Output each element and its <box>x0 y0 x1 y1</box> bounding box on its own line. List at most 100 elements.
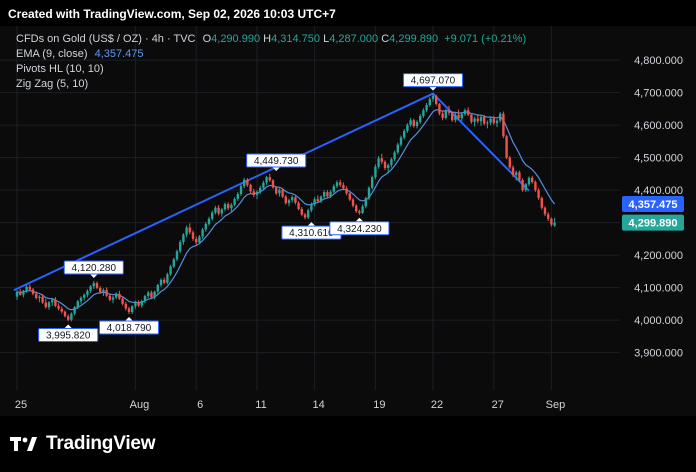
candle-body <box>163 279 166 283</box>
time-axis-label: 27 <box>492 399 504 411</box>
candle-body <box>438 104 441 114</box>
candle-body <box>537 190 540 198</box>
candle-body <box>92 283 95 287</box>
candle <box>268 173 271 182</box>
candle-body <box>134 302 137 307</box>
time-axis-label: 19 <box>373 399 385 411</box>
candle <box>220 208 223 217</box>
candle <box>547 212 550 221</box>
candle-body <box>35 293 38 299</box>
candle-body <box>262 182 265 188</box>
candle-body <box>25 286 28 291</box>
candle <box>435 94 438 106</box>
candle-body <box>57 305 60 309</box>
candle <box>534 180 537 192</box>
candle <box>201 227 204 239</box>
candle-body <box>319 196 323 202</box>
pivot-pointer <box>355 217 364 222</box>
candle <box>441 110 444 121</box>
candle-body <box>457 114 460 119</box>
ema-line <box>16 109 556 311</box>
candle-body <box>271 180 275 188</box>
candle <box>351 197 355 208</box>
candle-body <box>105 289 108 296</box>
candle <box>191 230 195 241</box>
candle-body <box>63 311 67 317</box>
candle-body <box>131 306 134 312</box>
candle-body <box>364 198 367 207</box>
candle-body <box>143 296 147 301</box>
candle <box>543 206 547 217</box>
candle <box>124 301 127 311</box>
candle <box>358 209 361 215</box>
candle <box>188 223 191 235</box>
candle-body <box>249 184 252 192</box>
candle-body <box>463 110 467 115</box>
price-axis-label: 4,000.000 <box>634 315 683 327</box>
candle-body <box>342 184 345 189</box>
candle-body <box>118 293 121 299</box>
candle-body <box>204 223 207 230</box>
candle-body <box>486 122 489 124</box>
candle-body <box>451 112 454 121</box>
candle <box>137 300 140 308</box>
candle-body <box>191 232 195 239</box>
candle <box>467 107 470 117</box>
candle <box>89 285 92 293</box>
candle <box>115 292 118 300</box>
ema-layer <box>16 109 556 311</box>
candle-body <box>454 114 457 121</box>
high-value: 4,314.750 <box>271 33 321 45</box>
candle <box>211 210 214 221</box>
candle-body <box>518 172 521 181</box>
close-label: C <box>381 33 390 45</box>
legend-zigzag-row[interactable]: Zig Zag (5, 10) <box>16 77 526 92</box>
candle-body <box>409 120 412 125</box>
candle-body <box>281 189 284 197</box>
candle-body <box>316 199 319 202</box>
pivot-text: 3,995.820 <box>46 330 91 341</box>
candle <box>367 186 371 200</box>
candle-body <box>300 208 303 215</box>
candle <box>348 192 351 202</box>
candle <box>182 233 185 245</box>
candle-body <box>166 274 169 283</box>
candle <box>531 175 534 184</box>
candle-body <box>547 214 550 219</box>
candle-body <box>422 110 425 117</box>
legend-ema-row[interactable]: EMA (9, close) 4,357.475 <box>16 47 526 62</box>
candle-body <box>150 292 153 298</box>
time-axis-label: 6 <box>197 399 203 411</box>
last-price-tag: 4,299.890 <box>622 214 684 231</box>
candle <box>326 190 329 199</box>
candle <box>313 197 316 207</box>
candle-body <box>156 285 159 292</box>
candle <box>303 212 307 220</box>
candle-body <box>159 279 163 286</box>
candle-body <box>307 210 310 218</box>
price-axis-label: 3,900.000 <box>634 348 683 360</box>
candle-body <box>147 292 150 297</box>
candle-body <box>236 194 239 199</box>
price-axis-label: 4,200.000 <box>634 250 683 262</box>
candle <box>86 289 89 298</box>
low-value: 4,287.000 <box>329 33 379 45</box>
candle-body <box>393 152 396 160</box>
candle-body <box>227 204 230 209</box>
time-axis: 25 Aug 6 11 14 19 22 27 Sep <box>15 399 565 411</box>
candle <box>361 204 364 215</box>
candle-body <box>60 308 63 312</box>
candle-body <box>531 177 534 182</box>
candle-body <box>425 104 428 111</box>
candle-body <box>483 117 486 124</box>
candle <box>19 288 22 296</box>
candle-body <box>121 298 124 304</box>
candle <box>47 300 51 310</box>
time-axis-label: Aug <box>130 399 150 411</box>
candle <box>166 272 169 285</box>
candle-body <box>201 229 204 237</box>
chart-page: Created with TradingView.com, Sep 02, 20… <box>0 0 696 472</box>
legend-symbol-row[interactable]: CFDs on Gold (US$ / OZ) · 4h · TVC O4,29… <box>16 32 526 47</box>
legend-pivots-row[interactable]: Pivots HL (10, 10) <box>16 62 526 77</box>
candle <box>22 289 25 298</box>
